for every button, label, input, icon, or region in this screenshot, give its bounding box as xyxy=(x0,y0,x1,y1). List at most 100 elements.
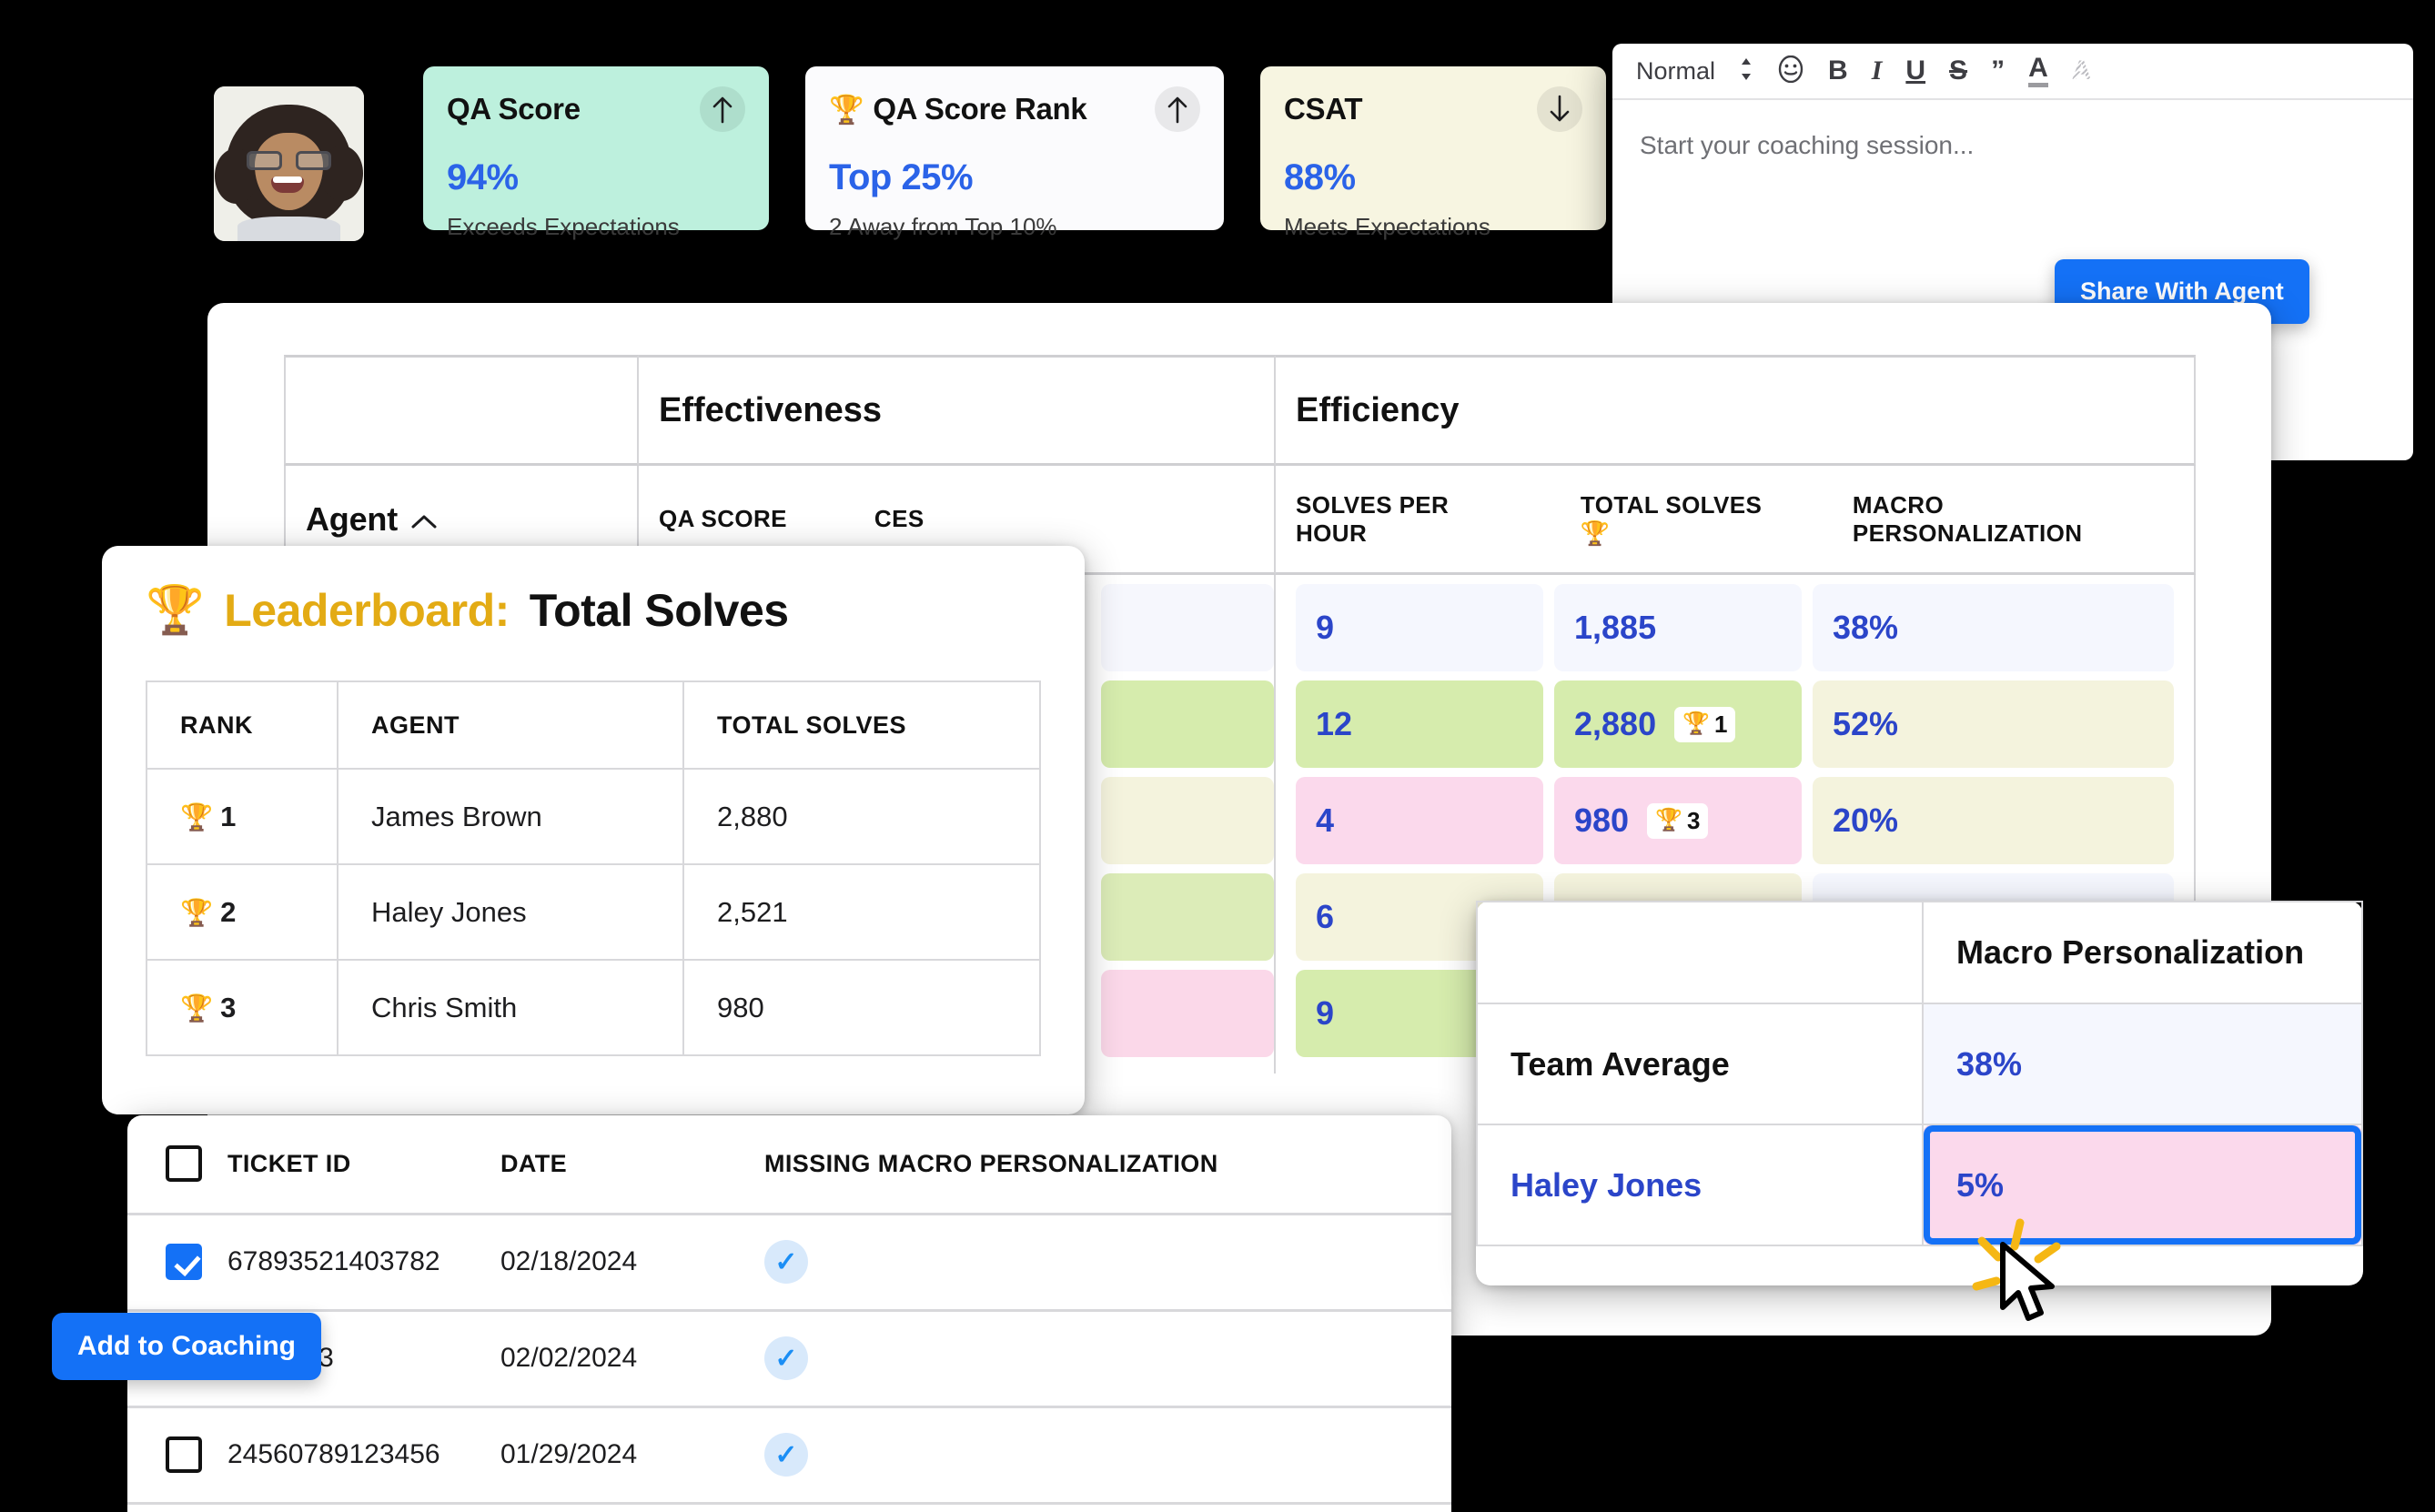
tickets-col-missing-macro: MISSING MACRO PERSONALIZATION xyxy=(764,1115,1451,1214)
comparison-value-team-average-cell: 38% xyxy=(1923,1003,2362,1124)
leaderboard-row[interactable]: 🏆3Chris Smith980 xyxy=(147,960,1040,1055)
comparison-value-team-average: 38% xyxy=(1956,1045,2022,1083)
metric-card-title-wrap: QA Score xyxy=(447,92,581,126)
ticket-date: 02/18/2024 xyxy=(500,1214,764,1310)
cell-macro-personalization[interactable]: 20% xyxy=(1813,777,2174,864)
metric-title-qa-score-rank: QA Score Rank xyxy=(873,92,1086,126)
underline-icon[interactable]: U xyxy=(1905,57,1925,85)
cell-total-solves[interactable]: 1,885 xyxy=(1554,584,1802,671)
text-color-icon[interactable]: A xyxy=(2028,55,2048,87)
ticket-id: 24560789123456 xyxy=(227,1406,500,1503)
screenshot-stage: QA Score 94% Exceeds Expectations 🏆 QA S… xyxy=(0,0,2435,1512)
ticket-row[interactable]: 204521302/02/2024✓ xyxy=(127,1310,1451,1406)
metric-card-qa-score[interactable]: QA Score 94% Exceeds Expectations xyxy=(423,66,769,230)
cell-ces[interactable] xyxy=(1101,873,1274,961)
editor-placeholder: Start your coaching session... xyxy=(1640,131,2386,160)
tickets-panel: TICKET ID DATE MISSING MACRO PERSONALIZA… xyxy=(127,1115,1451,1512)
highlight-icon[interactable]: A xyxy=(2072,57,2092,85)
trend-up-icon xyxy=(1155,86,1200,132)
cell-ces[interactable] xyxy=(1101,584,1274,671)
cell-solves-per-hour-value: 9 xyxy=(1316,609,1334,647)
chevron-updown-icon[interactable] xyxy=(1739,56,1753,86)
cell-solves-per-hour[interactable]: 9 xyxy=(1296,584,1543,671)
comparison-header-row: Macro Personalization xyxy=(1477,902,2362,1003)
check-icon: ✓ xyxy=(764,1240,808,1284)
cell-total-solves-value: 980 xyxy=(1574,801,1629,840)
leaderboard-title: 🏆 Leaderboard: Total Solves xyxy=(102,546,1085,637)
col-header-qa-score[interactable]: QA SCORE xyxy=(659,505,787,533)
col-header-ces[interactable]: CES xyxy=(874,505,924,533)
chevron-up-icon xyxy=(410,500,438,539)
cell-ces[interactable] xyxy=(1101,777,1274,864)
tickets-header-row: TICKET ID DATE MISSING MACRO PERSONALIZA… xyxy=(127,1115,1451,1214)
trophy-icon: 🏆 xyxy=(829,96,864,124)
cell-total-solves-value: 1,885 xyxy=(1574,609,1656,647)
cell-macro-personalization-value: 52% xyxy=(1833,705,1898,743)
trophy-icon: 🏆 xyxy=(1581,519,1611,547)
metric-card-qa-score-rank[interactable]: 🏆 QA Score Rank Top 25% 2 Away from Top … xyxy=(805,66,1224,230)
metrics-group-header-row: Effectiveness Efficiency xyxy=(284,355,2196,466)
trophy-icon: 🏆 xyxy=(1682,713,1710,735)
select-all-cell xyxy=(127,1115,227,1214)
trend-up-icon xyxy=(700,86,745,132)
ticket-row[interactable]: 6789352140378202/18/2024✓ xyxy=(127,1214,1451,1310)
leaderboard-row[interactable]: 🏆1James Brown2,880 xyxy=(147,769,1040,864)
trophy-icon: 🏆 xyxy=(146,587,204,634)
lb-agent: Haley Jones xyxy=(338,864,683,960)
leaderboard-panel: 🏆 Leaderboard: Total Solves RANK AGENT T… xyxy=(102,546,1085,1114)
ticket-row[interactable]: 2456078912345601/29/2024✓ xyxy=(127,1406,1451,1503)
trend-down-icon xyxy=(1537,86,1582,132)
lb-rank-number: 1 xyxy=(220,801,236,832)
comparison-row-agent: Haley Jones 5% xyxy=(1477,1124,2362,1245)
cell-total-solves[interactable]: 2,880🏆1 xyxy=(1554,680,1802,768)
leaderboard-table: RANK AGENT TOTAL SOLVES 🏆1James Brown2,8… xyxy=(146,680,1041,1056)
metrics-group-blank xyxy=(284,355,639,466)
metric-title-csat: CSAT xyxy=(1284,92,1362,126)
ticket-missing-macro-cell: ✓ xyxy=(764,1310,1451,1406)
comparison-blank-header xyxy=(1477,902,1923,1003)
metric-title-qa-score: QA Score xyxy=(447,92,581,126)
cell-solves-per-hour[interactable]: 4 xyxy=(1296,777,1543,864)
italic-icon[interactable]: I xyxy=(1872,57,1883,85)
col-header-agent-label: Agent xyxy=(306,500,398,539)
cell-macro-personalization-value: 20% xyxy=(1833,801,1898,840)
col-header-solves-per-hour[interactable]: SOLVES PER HOUR xyxy=(1296,491,1522,548)
select-all-checkbox[interactable] xyxy=(166,1145,202,1182)
lb-col-agent: AGENT xyxy=(338,681,683,769)
cell-solves-per-hour-value: 9 xyxy=(1316,994,1334,1033)
add-to-coaching-button[interactable]: Add to Coaching xyxy=(52,1313,321,1380)
style-select[interactable]: Normal xyxy=(1636,57,1715,86)
cell-macro-personalization[interactable]: 52% xyxy=(1813,680,2174,768)
metric-value-csat: 88% xyxy=(1284,157,1582,198)
metric-card-title-wrap: 🏆 QA Score Rank xyxy=(829,92,1086,126)
leaderboard-title-word: Leaderboard: xyxy=(224,584,510,637)
lb-rank-number: 3 xyxy=(220,992,236,1023)
cell-macro-personalization[interactable]: 38% xyxy=(1813,584,2174,671)
ticket-missing-macro-cell: ✓ xyxy=(764,1406,1451,1503)
metric-card-csat[interactable]: CSAT 88% Meets Expectations xyxy=(1260,66,1606,230)
leaderboard-row[interactable]: 🏆2Haley Jones2,521 xyxy=(147,864,1040,960)
blockquote-icon[interactable]: ” xyxy=(1991,57,2005,85)
ticket-id: 67893521403782 xyxy=(227,1214,500,1310)
editor-body[interactable]: Start your coaching session... xyxy=(1612,100,2413,191)
emoji-icon[interactable] xyxy=(1777,55,1804,87)
trophy-icon: 🏆 xyxy=(180,994,213,1023)
strikethrough-icon[interactable]: S xyxy=(1949,57,1967,85)
lb-rank: 🏆3 xyxy=(147,960,338,1055)
cell-ces[interactable] xyxy=(1101,970,1274,1057)
cell-total-solves[interactable]: 980🏆3 xyxy=(1554,777,1802,864)
ticket-date: 02/02/2024 xyxy=(500,1310,764,1406)
check-icon: ✓ xyxy=(764,1336,808,1380)
editor-toolbar: Normal B I U S ” A A xyxy=(1612,44,2413,100)
cell-ces[interactable] xyxy=(1101,680,1274,768)
ticket-checkbox[interactable] xyxy=(166,1244,202,1280)
ticket-checkbox[interactable] xyxy=(166,1436,202,1473)
col-header-macro-personalization[interactable]: MACRO PERSONALIZATION xyxy=(1853,491,2174,548)
bold-icon[interactable]: B xyxy=(1828,57,1848,85)
metric-sub-qa-score-rank: 2 Away from Top 10% xyxy=(829,213,1200,241)
col-header-total-solves[interactable]: TOTAL SOLVES 🏆 xyxy=(1581,491,1794,548)
comparison-row-team-average: Team Average 38% xyxy=(1477,1003,2362,1124)
cell-solves-per-hour[interactable]: 12 xyxy=(1296,680,1543,768)
rank-badge-number: 3 xyxy=(1687,807,1700,835)
metric-sub-csat: Meets Expectations xyxy=(1284,213,1582,241)
